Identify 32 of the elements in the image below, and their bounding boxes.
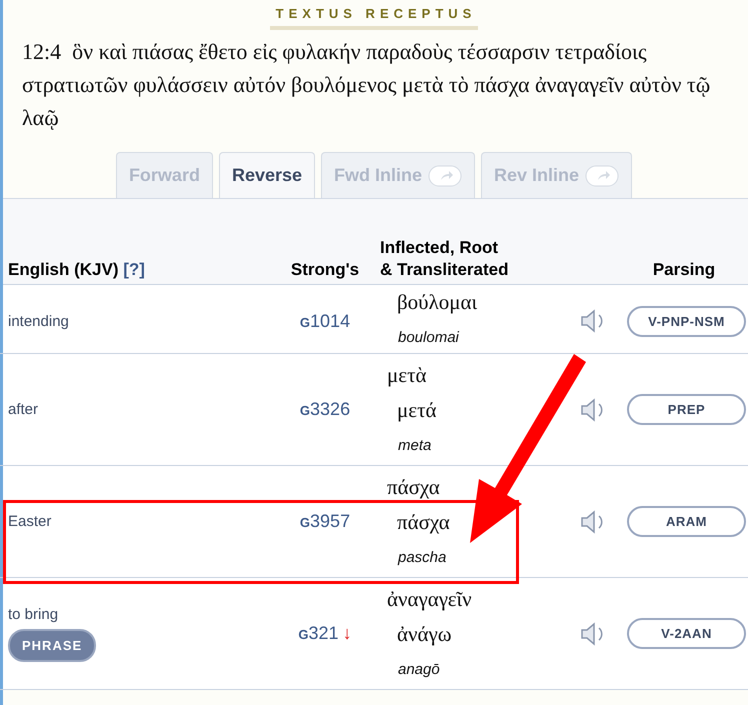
strongs-number[interactable]: G321 ↓ [270,623,380,644]
english-word: Easter [8,513,52,530]
parsing-button[interactable]: ARAM [627,506,746,537]
english-word: intending [8,312,69,330]
root-word: πάσχα [396,509,451,536]
transliteration: boulomai [397,328,460,348]
inflected-word: μετὰ [387,362,428,389]
root-word: ἀνάγω [396,621,453,648]
english-word: after [8,401,38,418]
english-word: to bring [8,606,58,622]
transliteration: anagō [397,660,441,680]
strongs-number[interactable]: G3957 [270,511,380,532]
root-word: βούλομαι [396,289,478,316]
phrase-badge[interactable]: PHRASE [8,628,96,662]
strongs-number[interactable]: G1014 [270,310,380,332]
section-title: TEXTUS RECEPTUS [270,6,478,30]
strongs-number[interactable]: G3326 [270,399,380,420]
help-link[interactable]: [?] [123,260,145,279]
column-header: Inflected, Root & Transliterated [380,237,510,281]
transliteration: meta [397,436,432,456]
transliteration: pascha [396,548,448,568]
verse-text: 12:4 ὃν καὶ πιάσας ἔθετο εἰς φυλακήν παραδοὺς τέσσαρσιν τετραδίοις στρατιωτῶν φυλάσσειν αὐτόν βουλόμενος μετὰ τὸ πάσχα ἀναγαγεῖν αὐτὸν τῷ λαῷ [22,38,712,132]
column-header: English (KJV) [?] [7,259,146,281]
inflected-word: ἀναγαγεῖν [387,586,473,613]
column-header: Strong's [290,259,360,281]
inflected-word: πάσχα [387,474,441,501]
view-tab[interactable]: Reverse [218,152,316,198]
parsing-button[interactable]: PREP [627,394,746,425]
parsing-button[interactable]: V-2AAN [627,618,746,649]
parsing-button[interactable]: V-PNP-NSM [627,306,746,336]
column-header: Parsing [652,259,716,281]
root-word: μετά [396,397,438,424]
